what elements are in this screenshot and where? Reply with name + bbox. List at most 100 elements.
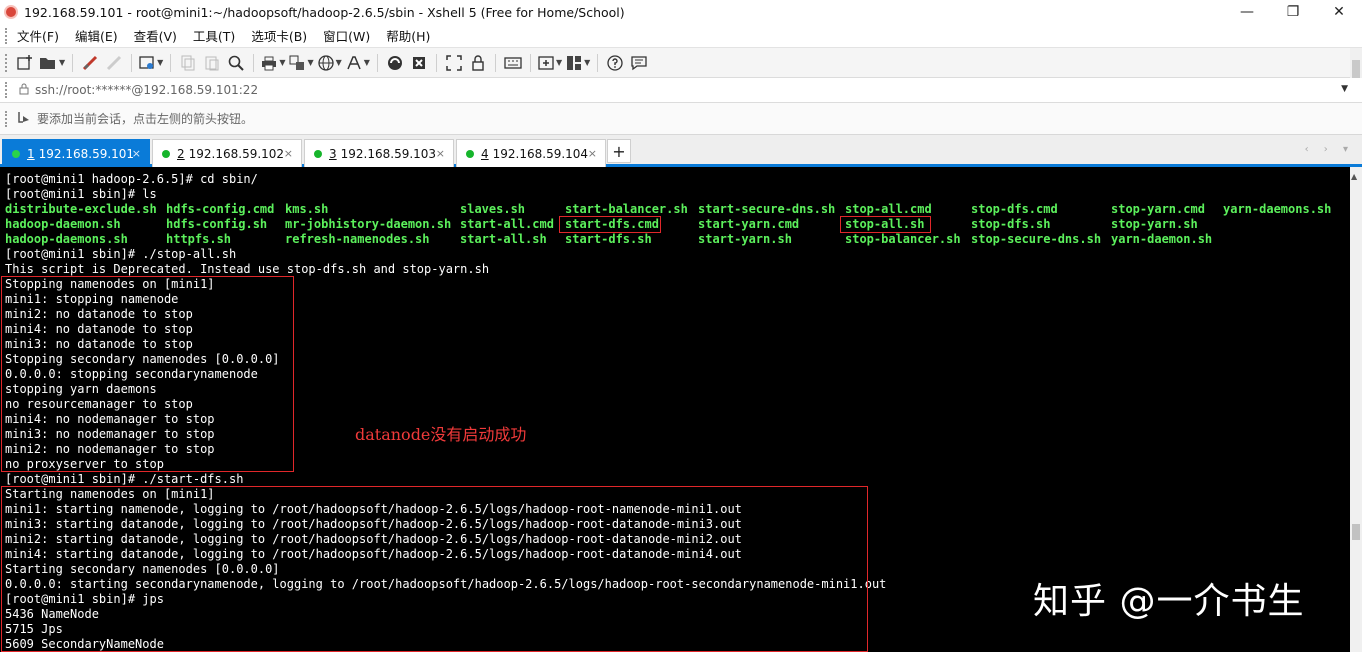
lock-icon[interactable] [468, 52, 488, 74]
globe-icon[interactable]: ▼ [317, 52, 342, 74]
connected-status-icon [314, 149, 322, 158]
chevron-down-icon[interactable]: ▼ [59, 58, 65, 67]
menu-help[interactable]: 帮助(H) [378, 26, 438, 45]
scroll-up-icon[interactable]: ▲ [1351, 172, 1357, 181]
close-tab-icon[interactable]: × [284, 147, 293, 160]
address-input[interactable] [35, 83, 1235, 97]
addressbar-grip[interactable] [5, 82, 9, 98]
ls-file: refresh-namenodes.sh [285, 232, 430, 246]
xmanager-icon[interactable] [409, 52, 429, 74]
print-icon[interactable]: ▼ [261, 52, 285, 74]
tab-label: 192.168.59.104 [492, 146, 589, 161]
layout-icon[interactable]: ▼ [566, 52, 590, 74]
tab-label: 192.168.59.101 [38, 146, 135, 161]
terminal-line: mini2: no datanode to stop [5, 307, 193, 321]
chevron-down-icon[interactable]: ▼ [1341, 84, 1348, 94]
ls-file: start-balancer.sh [565, 202, 688, 216]
toolbar-separator [435, 53, 437, 72]
terminal-line: mini1: starting namenode, logging to /ro… [5, 502, 742, 516]
ls-file: start-dfs.sh [565, 232, 652, 246]
chevron-down-icon[interactable]: ▼ [584, 58, 590, 67]
tab-session-4[interactable]: 4 192.168.59.104 × [456, 139, 606, 167]
font-icon[interactable]: ▼ [346, 52, 370, 74]
tab-session-3[interactable]: 3 192.168.59.103 × [304, 139, 454, 167]
terminal-line: Stopping secondary namenodes [0.0.0.0] [5, 352, 280, 366]
properties-icon[interactable]: ▼ [139, 52, 163, 74]
tab-label: 192.168.59.102 [188, 146, 285, 161]
ls-file: start-all.cmd [460, 217, 554, 231]
copy-icon[interactable] [178, 52, 198, 74]
tab-scroll-arrows[interactable]: ‹ › ▾ [1305, 144, 1354, 155]
tab-session-2[interactable]: 2 192.168.59.102 × [152, 139, 302, 167]
menu-bar: 文件(F) 编辑(E) 查看(V) 工具(T) 选项卡(B) 窗口(W) 帮助(… [0, 24, 1362, 48]
tab-number: 1 [27, 146, 35, 161]
fullscreen-icon[interactable] [444, 52, 464, 74]
close-tab-icon[interactable]: × [132, 147, 141, 160]
terminal-line: Stopping namenodes on [mini1] [5, 277, 215, 291]
tab-number: 2 [177, 146, 185, 161]
menu-view[interactable]: 查看(V) [126, 26, 185, 45]
menu-tab[interactable]: 选项卡(B) [243, 26, 315, 45]
toolbar-separator [494, 53, 496, 72]
maximize-button[interactable]: ❐ [1270, 0, 1316, 24]
terminal-line: 5609 SecondaryNameNode [5, 637, 164, 651]
chat-icon[interactable] [629, 52, 649, 74]
ls-file: hdfs-config.sh [166, 217, 268, 231]
menu-file[interactable]: 文件(F) [9, 26, 67, 45]
ls-file: start-yarn.cmd [698, 217, 800, 231]
ls-file: start-all.sh [460, 232, 547, 246]
chevron-down-icon[interactable]: ▼ [556, 58, 562, 67]
toolbar-separator [597, 53, 599, 72]
transfer-icon[interactable]: ▼ [289, 52, 314, 74]
add-session-arrow-icon[interactable] [17, 110, 31, 128]
ls-file: hdfs-config.cmd [166, 202, 275, 216]
hintbar-grip[interactable] [5, 110, 9, 127]
terminal-output[interactable]: [root@mini1 hadoop-2.6.5]# cd sbin/ [roo… [0, 170, 1350, 652]
open-folder-icon[interactable]: ▼ [39, 52, 65, 74]
ls-file: stop-secure-dns.sh [971, 232, 1102, 246]
chevron-down-icon[interactable]: ▼ [364, 58, 370, 67]
annotation-text: datanode没有启动成功 [355, 425, 527, 444]
reconnect-icon[interactable] [80, 52, 100, 74]
window-title: 192.168.59.101 - root@mini1:~/hadoopsoft… [24, 4, 625, 20]
terminal-scrollbar[interactable]: ▲ [1350, 170, 1362, 652]
chevron-down-icon[interactable]: ▼ [307, 58, 313, 67]
connected-status-icon [466, 149, 474, 158]
tab-session-1[interactable]: 1 192.168.59.101 × [2, 139, 150, 167]
title-bar: 192.168.59.101 - root@mini1:~/hadoopsoft… [0, 0, 1362, 24]
terminal-line: Starting namenodes on [mini1] [5, 487, 215, 501]
close-tab-icon[interactable]: × [436, 147, 445, 160]
menu-edit[interactable]: 编辑(E) [67, 26, 126, 45]
close-tab-icon[interactable]: × [588, 147, 597, 160]
chevron-down-icon[interactable]: ▼ [336, 58, 342, 67]
ls-file: slaves.sh [460, 202, 526, 216]
connected-status-icon [162, 149, 170, 158]
ls-file: mr-jobhistory-daemon.sh [285, 217, 452, 231]
terminal-line: mini3: starting datanode, logging to /ro… [5, 517, 742, 531]
tab-number: 4 [481, 146, 489, 161]
paste-icon[interactable] [202, 52, 222, 74]
chevron-down-icon[interactable]: ▼ [279, 58, 285, 67]
ls-file: stop-all.sh [845, 217, 925, 231]
lock-icon [19, 83, 29, 98]
menu-window[interactable]: 窗口(W) [315, 26, 378, 45]
tab-number: 3 [329, 146, 337, 161]
add-tab-button[interactable]: + [607, 139, 631, 163]
disconnect-icon[interactable] [104, 52, 124, 74]
keyboard-icon[interactable] [503, 52, 523, 74]
new-session-icon[interactable] [15, 52, 35, 74]
minimize-button[interactable]: — [1224, 0, 1270, 24]
ls-file: hadoop-daemon.sh [5, 217, 121, 231]
close-window-button[interactable]: ✕ [1316, 0, 1362, 24]
scrollbar-thumb[interactable] [1352, 524, 1360, 540]
chevron-down-icon[interactable]: ▼ [157, 58, 163, 67]
xftp-icon[interactable] [385, 52, 405, 74]
terminal-line: no resourcemanager to stop [5, 397, 193, 411]
new-tab-icon[interactable]: ▼ [538, 52, 562, 74]
terminal-line: mini4: no datanode to stop [5, 322, 193, 336]
address-bar: ▼ [0, 78, 1362, 103]
find-icon[interactable] [226, 52, 246, 74]
help-icon[interactable] [605, 52, 625, 74]
toolbar-grip[interactable] [5, 53, 9, 72]
menu-tools[interactable]: 工具(T) [185, 26, 243, 45]
